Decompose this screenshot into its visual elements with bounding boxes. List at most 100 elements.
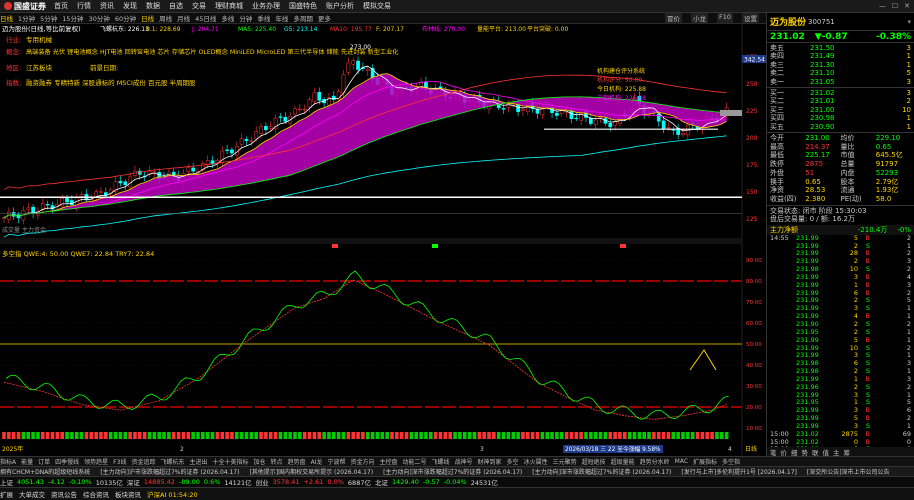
quote-tab[interactable]: 细 — [791, 447, 798, 457]
tick-row[interactable]: 231.99 2 S 1 — [770, 242, 911, 251]
period-tab[interactable]: 月线 — [177, 13, 190, 23]
indicator-tab[interactable]: F3线 — [113, 457, 126, 466]
indicator-tab[interactable]: MAC — [675, 458, 688, 465]
indicator-tab[interactable]: 能量 — [21, 457, 33, 466]
period-tab[interactable]: 分钟 — [239, 13, 252, 23]
status-item[interactable]: 大单成交 — [19, 489, 45, 499]
menu-watchlist[interactable]: 自选 — [169, 1, 183, 11]
tick-row[interactable]: 231.99 3 B 4 — [770, 273, 911, 282]
menu-business[interactable]: 业务办理 — [252, 1, 280, 11]
tick-row[interactable]: 231.95 2 S 1 — [770, 328, 911, 337]
news-item[interactable]: [发行与上市]多伦利提升1号 [2026.04.17] — [681, 467, 796, 476]
indicator-tab[interactable]: AI龙 — [311, 457, 323, 466]
period-tab[interactable]: 日线 — [141, 13, 154, 23]
bid-row[interactable]: 买五 230.90 1 — [770, 123, 911, 131]
period-tab[interactable]: 周线 — [159, 13, 172, 23]
indicator-tab[interactable]: 飞螺杭东 — [160, 457, 184, 466]
tick-row[interactable]: 231.99 28 B 2 — [770, 250, 911, 258]
tick-row[interactable]: 231.99 4 B 1 — [770, 312, 911, 321]
quote-tab[interactable]: 联 — [812, 447, 819, 457]
period-tab[interactable]: 多周期 — [293, 13, 313, 23]
menu-account[interactable]: 账户分析 — [326, 1, 354, 11]
status-item[interactable]: 板块资讯 — [115, 489, 141, 499]
tick-row[interactable]: 231.99 10 S 2 — [770, 344, 911, 353]
indicator-tab[interactable]: 四季慢线 — [55, 457, 79, 466]
tool-button[interactable]: F10 — [716, 13, 733, 23]
menu-discover[interactable]: 发现 — [123, 1, 137, 11]
period-tab[interactable]: 日线 — [0, 13, 13, 23]
status-item[interactable]: 沪深AI 01:54:20 — [147, 489, 198, 499]
period-tab[interactable]: 年线 — [275, 13, 288, 23]
tick-row[interactable]: 231.98 2 S 1 — [770, 367, 911, 376]
quote-tab[interactable]: 价 — [781, 447, 788, 457]
period-tab[interactable]: 5分钟 — [40, 13, 57, 23]
menu-trade[interactable]: 交易 — [192, 1, 206, 11]
tick-row[interactable]: 231.99 5 B 1 — [770, 336, 911, 345]
quote-tab[interactable]: 主 — [833, 447, 840, 457]
status-item[interactable]: 综合资讯 — [83, 489, 109, 499]
bid-row[interactable]: 买二 231.01 2 — [770, 97, 911, 105]
ask-row[interactable]: 卖四 231.49 1 — [770, 52, 911, 60]
tick-row[interactable]: 231.99 2 S 5 — [770, 297, 911, 305]
period-tab[interactable]: 45日线 — [195, 13, 216, 23]
news-item[interactable]: [主力动向]深市涨跌幅超过7%的证券 (2026.04.17) — [383, 467, 522, 476]
ask-row[interactable]: 卖一 231.05 3 — [770, 78, 911, 86]
dropdown-icon[interactable]: ▾ — [907, 18, 911, 26]
menu-simtrade[interactable]: 模拟交易 — [363, 1, 391, 11]
period-tab[interactable]: 1分钟 — [18, 13, 35, 23]
quote-tab[interactable]: 势 — [802, 447, 809, 457]
tool-button[interactable]: 设置 — [742, 13, 759, 23]
indicator-tab[interactable]: 战神号 — [455, 457, 473, 466]
tick-row[interactable]: 231.99 3 S 1 — [770, 304, 911, 313]
close-icon[interactable]: ✕ — [904, 2, 910, 10]
period-tab[interactable]: 15分钟 — [62, 13, 83, 23]
news-item[interactable]: 拥有CHCM+DNA的超级短线系统 — [0, 467, 90, 476]
indicator-tab[interactable]: 趋势盘 — [288, 457, 306, 466]
minimize-icon[interactable]: — — [879, 2, 886, 10]
menu-features[interactable]: 国盛特色 — [289, 1, 317, 11]
indicator-tab[interactable]: 动能二号 — [402, 457, 426, 466]
ask-row[interactable]: 卖三 231.30 1 — [770, 61, 911, 69]
tick-row[interactable]: 231.98 10 S 2 — [770, 265, 911, 274]
tick-row[interactable]: 231.99 1 B 3 — [770, 281, 911, 290]
ask-row[interactable]: 卖五 231.50 3 — [770, 44, 911, 52]
indicator-tab[interactable]: 主控盘 — [379, 457, 397, 466]
period-tab[interactable]: 季线 — [257, 13, 270, 23]
tool-button[interactable]: 冒价 — [664, 13, 682, 23]
tick-list[interactable]: 14:55 231.99 5 B 2 231.99 2 S 1 231.99 28 B 2 231.99 2… — [767, 234, 914, 455]
quote-tab[interactable]: 笔 — [770, 447, 777, 457]
indicator-tab[interactable]: 转点 — [271, 457, 283, 466]
status-item[interactable]: 扩展 — [0, 489, 13, 499]
tick-row[interactable]: 231.98 6 S 3 — [770, 359, 911, 368]
indicator-tab[interactable]: 趋势分水岭 — [640, 457, 670, 466]
indicator-tab[interactable]: 多空 — [507, 457, 519, 466]
menu-news[interactable]: 资讯 — [100, 1, 114, 11]
indicator-tab[interactable]: 宁波帮 — [327, 457, 345, 466]
tick-row[interactable]: 15:00 231.02 0 B 0 — [770, 438, 911, 447]
ask-row[interactable]: 卖二 231.10 5 — [770, 69, 911, 77]
indicator-tab[interactable]: 资金追踪 — [131, 457, 155, 466]
quote-tab[interactable]: 筹 — [844, 447, 851, 457]
period-tab[interactable]: 30分钟 — [89, 13, 110, 23]
tick-row[interactable]: 15:00 231.02 2875 B 69 — [770, 430, 911, 439]
tick-row[interactable]: 231.96 2 S 2 — [770, 383, 911, 392]
tick-row[interactable]: 231.99 3 B 6 — [770, 406, 911, 415]
news-item[interactable]: [其他提示]国内期权交易所提示 (2026.04.17) — [249, 467, 373, 476]
tick-row[interactable]: 231.90 2 S 2 — [770, 320, 911, 329]
indicator-tab[interactable]: 超短绝技 — [582, 457, 606, 466]
news-item[interactable]: [主力动向]沪市涨跌幅超过7%的证券 (2026.04.17) — [100, 467, 239, 476]
quote-tab[interactable]: 值 — [823, 447, 830, 457]
maximize-icon[interactable]: ☐ — [892, 2, 898, 10]
menu-wealth[interactable]: 理财商城 — [215, 1, 243, 11]
indicator-tab[interactable]: 十全十美指标 — [213, 457, 249, 466]
menu-data[interactable]: 数据 — [146, 1, 160, 11]
indicator-tab[interactable]: 多空指 — [722, 457, 740, 466]
news-item[interactable]: [深交所公告]深市上市公司公告 — [807, 467, 890, 476]
kline-chart[interactable]: 迈为股份(日线,等比前复权) 飞螺杭东: 226.13 0.1: 228.69 J:… — [0, 24, 766, 456]
indicator-tab[interactable]: 主进出 — [189, 457, 207, 466]
app-logo[interactable]: 国盛证券 — [4, 1, 46, 12]
indicator-tab[interactable]: 飞螺线 — [432, 457, 450, 466]
bid-row[interactable]: 买三 231.00 10 — [770, 106, 911, 114]
indicator-tab[interactable]: 财神到家 — [478, 457, 502, 466]
period-tab[interactable]: 更多 — [318, 13, 331, 23]
